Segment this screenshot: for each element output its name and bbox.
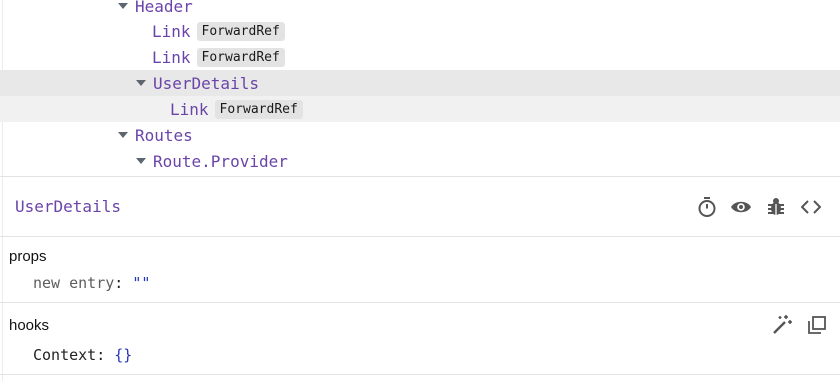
hooks-divider bbox=[0, 374, 840, 375]
component-name: Link bbox=[152, 21, 191, 41]
stopwatch-icon[interactable] bbox=[696, 196, 718, 218]
props-entry[interactable]: new entry: "" bbox=[33, 274, 150, 292]
tree-row-route-provider[interactable]: Route.Provider bbox=[0, 148, 840, 174]
forwardref-badge: ForwardRef bbox=[196, 21, 285, 41]
component-name: Route.Provider bbox=[153, 151, 288, 171]
expand-arrow-icon[interactable] bbox=[118, 3, 128, 9]
expand-arrow-icon[interactable] bbox=[136, 80, 146, 86]
prop-key[interactable]: new entry bbox=[33, 274, 114, 292]
component-name: Link bbox=[152, 47, 191, 67]
hook-value[interactable]: {} bbox=[114, 346, 132, 364]
tree-row-link[interactable]: Link ForwardRef bbox=[0, 18, 840, 44]
tree-row-link[interactable]: Link ForwardRef bbox=[0, 44, 840, 70]
code-icon[interactable] bbox=[800, 196, 822, 218]
tree-divider bbox=[0, 176, 840, 177]
bug-icon[interactable] bbox=[765, 196, 787, 218]
tree-row-link[interactable]: Link ForwardRef bbox=[0, 96, 840, 122]
component-name: Header bbox=[135, 0, 193, 16]
tree-row-userdetails[interactable]: UserDetails bbox=[0, 70, 840, 96]
forwardref-badge: ForwardRef bbox=[214, 99, 303, 119]
expand-arrow-icon[interactable] bbox=[118, 132, 128, 138]
forwardref-badge: ForwardRef bbox=[196, 47, 285, 67]
props-divider bbox=[0, 302, 840, 303]
tree-row-routes[interactable]: Routes bbox=[0, 122, 840, 148]
expand-arrow-icon[interactable] bbox=[136, 158, 146, 164]
magic-wand-icon[interactable] bbox=[771, 314, 793, 336]
hooks-entry[interactable]: Context: {} bbox=[33, 346, 132, 364]
component-name: Link bbox=[170, 99, 209, 119]
hooks-section-title: hooks bbox=[9, 317, 50, 334]
tree-row-header[interactable]: Header bbox=[0, 0, 840, 19]
component-name: Routes bbox=[135, 125, 193, 145]
copy-icon[interactable] bbox=[806, 314, 828, 336]
props-section-title: props bbox=[9, 248, 47, 265]
prop-value[interactable]: "" bbox=[132, 274, 150, 292]
component-name: UserDetails bbox=[153, 73, 259, 93]
header-divider bbox=[0, 236, 840, 237]
hook-key[interactable]: Context bbox=[33, 346, 96, 364]
inspected-component-title: UserDetails bbox=[15, 197, 121, 216]
component-tree: Header Link ForwardRef Link ForwardRef U… bbox=[0, 0, 840, 176]
eye-icon[interactable] bbox=[730, 196, 752, 218]
